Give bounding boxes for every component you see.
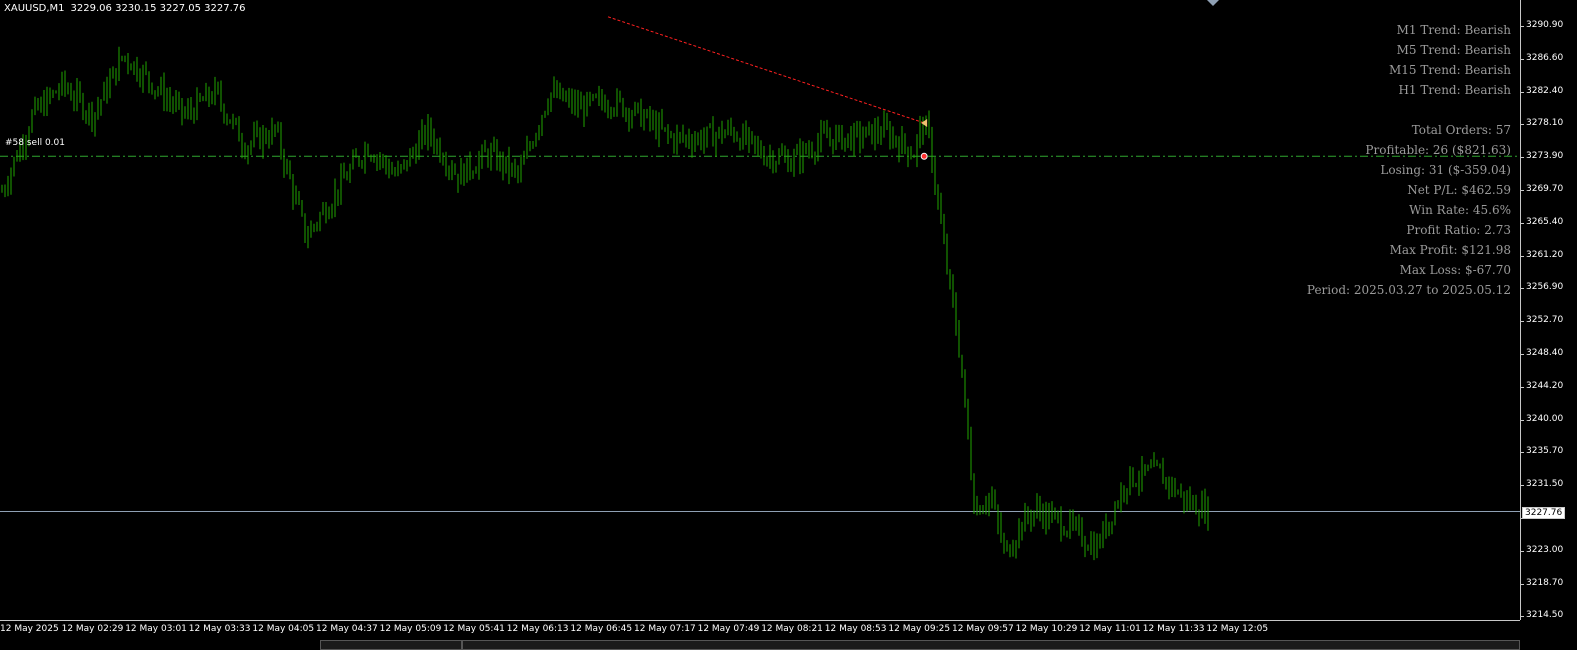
profit-ratio: Profit Ratio: 2.73: [1406, 223, 1511, 237]
order-entry-marker: [920, 152, 928, 160]
y-tick-label: 3261.20: [1519, 249, 1564, 260]
x-tick-label: 12 May 03:01: [125, 624, 187, 634]
y-tick-label: 3282.40: [1519, 85, 1564, 96]
x-tick-label: 12 May 10:29: [1015, 624, 1078, 634]
period: Period: 2025.03.27 to 2025.05.12: [1306, 283, 1511, 297]
x-tick-label: 12 May 04:37: [316, 624, 378, 634]
y-tick-label: 3278.10: [1519, 118, 1564, 129]
win-rate: Win Rate: 45.6%: [1409, 203, 1511, 217]
horizontal-scrollbar[interactable]: [462, 640, 1520, 650]
x-tick-label: 12 May 07:17: [634, 624, 696, 634]
y-tick-label: 3248.40: [1519, 348, 1564, 358]
x-tick-label: 12 May 04:05: [252, 624, 315, 634]
y-tick-label: 3244.20: [1519, 380, 1564, 391]
x-tick-label: 12 May 2025: [0, 624, 59, 634]
y-tick-label: 3223.00: [1519, 544, 1564, 555]
x-tick-label: 12 May 07:49: [697, 624, 760, 634]
y-tick-label: 3256.90: [1519, 282, 1564, 293]
y-tick-label: 3235.70: [1519, 446, 1564, 457]
price-axis[interactable]: 3290.90 3286.60 3282.40 3278.10 3273.90 3269.…: [1519, 0, 1577, 621]
x-tick-label: 12 May 08:53: [824, 624, 887, 634]
m5-trend: M5 Trend: Bearish: [1396, 43, 1511, 57]
total-orders: Total Orders: 57: [1411, 123, 1511, 137]
ohlc-values: 3229.06 3230.15 3227.05 3227.76: [70, 3, 246, 14]
symbol-label: XAUUSD,M1: [4, 3, 65, 14]
chart-area[interactable]: XAUUSD,M1 3229.06 3230.15 3227.05 3227.76…: [0, 0, 1577, 650]
order-close-marker: [921, 118, 928, 127]
current-price-tag: 3227.76: [1522, 507, 1566, 519]
chart-shift-marker-icon[interactable]: [1207, 0, 1219, 6]
y-tick-label: 3286.60: [1519, 52, 1564, 63]
x-tick-label: 12 May 11:33: [1142, 624, 1205, 634]
x-tick-label: 12 May 03:33: [188, 624, 251, 634]
y-tick-label: 3269.70: [1519, 184, 1564, 194]
x-tick-label: 12 May 11:01: [1079, 624, 1141, 634]
y-tick-label: 3265.40: [1519, 216, 1564, 227]
y-tick-label: 3290.90: [1519, 20, 1564, 30]
y-tick-label: 3214.50: [1519, 610, 1564, 621]
y-tick-label: 3273.90: [1519, 151, 1564, 162]
max-profit: Max Profit: $121.98: [1389, 243, 1511, 257]
y-tick-label: 3240.00: [1519, 413, 1564, 424]
price-plot[interactable]: [0, 0, 1520, 620]
stats-panel: M1 Trend: Bearish M5 Trend: Bearish M15 …: [1307, 20, 1511, 300]
losing-orders: Losing: 31 ($-359.04): [1380, 163, 1511, 177]
x-tick-label: 12 May 06:45: [570, 624, 633, 634]
x-tick-label: 12 May 05:09: [379, 624, 442, 634]
x-tick-label: 12 May 08:21: [761, 624, 823, 634]
net-pl: Net P/L: $462.59: [1407, 183, 1511, 197]
order-label: #58 sell 0.01: [5, 138, 65, 148]
x-tick-label: 12 May 09:25: [888, 624, 951, 634]
y-tick-label: 3252.70: [1519, 315, 1564, 326]
symbol-header: XAUUSD,M1 3229.06 3230.15 3227.05 3227.76: [4, 3, 252, 14]
x-tick-label: 12 May 12:05: [1206, 624, 1269, 634]
x-tick-label: 12 May 02:29: [61, 624, 124, 634]
m1-trend: M1 Trend: Bearish: [1396, 23, 1511, 37]
trend-line: [607, 16, 925, 124]
y-tick-label: 3231.50: [1519, 479, 1564, 490]
profitable-orders: Profitable: 26 ($821.63): [1365, 143, 1511, 157]
h1-trend: H1 Trend: Bearish: [1398, 83, 1511, 97]
x-tick-label: 12 May 09:57: [952, 624, 1014, 634]
x-tick-label: 12 May 06:13: [506, 624, 569, 634]
max-loss: Max Loss: $-67.70: [1399, 263, 1511, 277]
y-tick-label: 3218.70: [1519, 577, 1564, 588]
m15-trend: M15 Trend: Bearish: [1388, 63, 1511, 77]
x-tick-label: 12 May 05:41: [443, 624, 505, 634]
chart-tab-1[interactable]: [320, 640, 462, 650]
